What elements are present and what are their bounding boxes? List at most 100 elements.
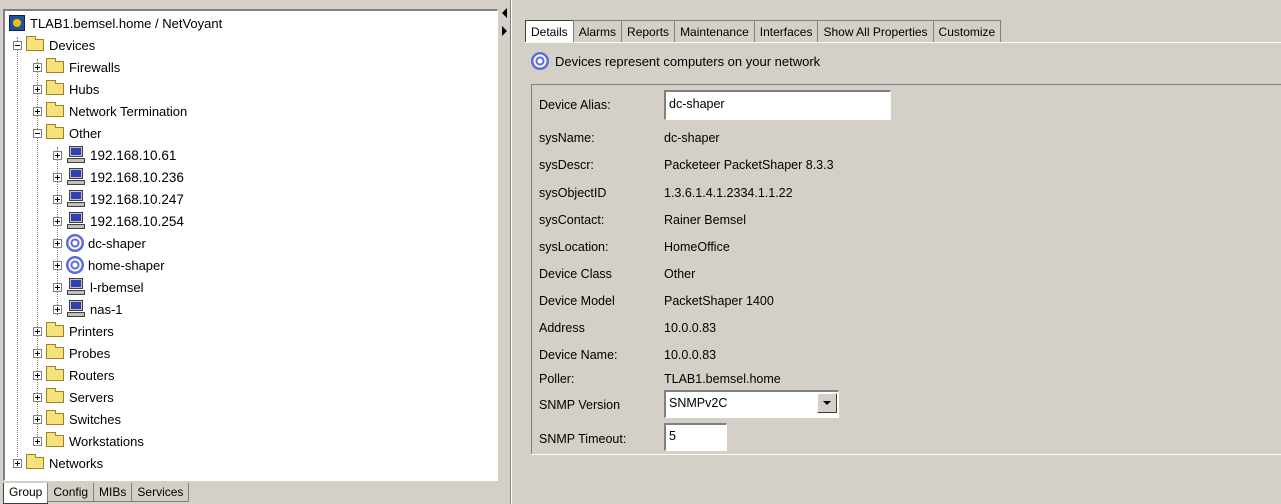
prop-value: Rainer Bemsel (664, 213, 746, 227)
tree-item-device[interactable]: 192.168.10.254 (53, 211, 184, 231)
prop-value: 10.0.0.83 (664, 348, 717, 362)
tree-item-label: Routers (69, 367, 115, 383)
expand-icon[interactable] (53, 238, 62, 248)
folder-open-icon (46, 124, 64, 139)
prop-value: Other (664, 267, 696, 281)
folder-icon (46, 322, 64, 337)
tab-alarms[interactable]: Alarms (572, 20, 623, 42)
prop-label: sysName: (539, 131, 595, 145)
tree-item-servers[interactable]: Servers (33, 387, 114, 407)
expand-icon[interactable] (33, 370, 42, 380)
tree-item-device[interactable]: nas-1 (53, 299, 123, 319)
prop-label: Device Class (539, 267, 612, 281)
tab-divider (525, 42, 1281, 43)
expand-icon[interactable] (53, 304, 62, 314)
folder-icon (46, 344, 64, 359)
collapse-icon[interactable] (33, 128, 42, 138)
device-alias-input[interactable]: dc-shaper (664, 90, 891, 120)
tab-services[interactable]: Services (131, 483, 190, 502)
tab-config[interactable]: Config (47, 483, 95, 502)
tree-item-label: Other (69, 125, 102, 141)
tree-item-device[interactable]: home-shaper (53, 255, 165, 275)
tree-item-switches[interactable]: Switches (33, 409, 121, 429)
computer-icon (66, 190, 86, 208)
pane-splitter[interactable] (500, 0, 512, 504)
collapse-icon[interactable] (13, 40, 22, 50)
computer-icon (66, 278, 86, 296)
folder-icon (26, 454, 44, 469)
tree-item-firewalls[interactable]: Firewalls (33, 57, 120, 77)
tree-item-network-termination[interactable]: Network Termination (33, 101, 187, 121)
expand-icon[interactable] (33, 348, 42, 358)
tree-item-device[interactable]: 192.168.10.236 (53, 167, 184, 187)
snmp-version-select[interactable]: SNMPv2C (664, 390, 839, 418)
tree-item-device[interactable]: l-rbemsel (53, 277, 143, 297)
tree-item-label: 192.168.10.247 (90, 191, 184, 207)
details-panel: Device Alias: dc-shaper sysName: dc-shap… (531, 84, 1281, 454)
tab-interfaces[interactable]: Interfaces (753, 20, 819, 42)
tree-item-label: home-shaper (88, 257, 165, 273)
details-header-text: Devices represent computers on your netw… (555, 53, 821, 69)
tree-item-device[interactable]: dc-shaper (53, 233, 146, 253)
device-tree[interactable]: TLAB1.bemsel.home / NetVoyant Devices Fi… (3, 9, 498, 481)
expand-icon[interactable] (33, 326, 42, 336)
tab-maintenance[interactable]: Maintenance (674, 20, 755, 42)
swirl-icon (531, 52, 549, 70)
chevron-down-icon[interactable] (817, 393, 837, 413)
folder-icon (46, 80, 64, 95)
tree-item-other[interactable]: Other (33, 123, 102, 143)
computer-icon (66, 300, 86, 318)
expand-icon[interactable] (53, 172, 62, 182)
tab-reports[interactable]: Reports (621, 20, 676, 42)
prop-value: TLAB1.bemsel.home (664, 372, 781, 386)
expand-icon[interactable] (53, 216, 62, 226)
tree-connector (17, 37, 18, 457)
tree-item-devices[interactable]: Devices (13, 35, 95, 55)
tree-item-routers[interactable]: Routers (33, 365, 115, 385)
splitter-bar (510, 0, 512, 504)
expand-right-icon[interactable] (502, 26, 507, 36)
prop-label: Address (539, 321, 585, 335)
tree-item-device[interactable]: 192.168.10.247 (53, 189, 184, 209)
expand-icon[interactable] (33, 84, 42, 94)
prop-snmp-timeout: SNMP Timeout: (539, 428, 664, 450)
expand-icon[interactable] (33, 392, 42, 402)
tab-show-all-properties[interactable]: Show All Properties (817, 20, 934, 42)
prop-row: sysDescr: Packeteer PacketShaper 8.3.3 (539, 154, 834, 176)
prop-value: dc-shaper (664, 131, 720, 145)
prop-value: 10.0.0.83 (664, 321, 717, 335)
expand-icon[interactable] (33, 436, 42, 446)
tree-item-label: Switches (69, 411, 122, 427)
expand-icon[interactable] (33, 414, 42, 424)
tree-item-label: Workstations (69, 433, 144, 449)
expand-icon[interactable] (53, 194, 62, 204)
prop-label: SNMP Timeout: (539, 432, 627, 446)
expand-icon[interactable] (13, 458, 22, 468)
tab-details[interactable]: Details (525, 20, 574, 42)
tree-root[interactable]: TLAB1.bemsel.home / NetVoyant (9, 13, 222, 33)
folder-open-icon (26, 36, 44, 51)
snmp-version-value: SNMPv2C (669, 396, 728, 410)
collapse-left-icon[interactable] (502, 8, 507, 18)
tree-item-printers[interactable]: Printers (33, 321, 114, 341)
tab-mibs[interactable]: MIBs (93, 483, 133, 502)
tree-item-hubs[interactable]: Hubs (33, 79, 99, 99)
folder-icon (46, 58, 64, 73)
expand-icon[interactable] (53, 260, 62, 270)
prop-label: Device Alias: (539, 98, 611, 112)
tree-item-label: dc-shaper (88, 235, 146, 251)
prop-row: sysLocation: HomeOffice (539, 236, 730, 258)
tree-item-probes[interactable]: Probes (33, 343, 110, 363)
expand-icon[interactable] (33, 62, 42, 72)
expand-icon[interactable] (53, 150, 62, 160)
snmp-timeout-input[interactable]: 5 (664, 423, 727, 451)
tab-group[interactable]: Group (3, 483, 49, 504)
tab-customize[interactable]: Customize (932, 20, 1002, 42)
left-tab-bar: Group Config MIBs Services (3, 483, 190, 504)
expand-icon[interactable] (33, 106, 42, 116)
tree-item-label: Devices (49, 37, 96, 53)
expand-icon[interactable] (53, 282, 62, 292)
tree-item-workstations[interactable]: Workstations (33, 431, 144, 451)
tree-item-networks[interactable]: Networks (13, 453, 103, 473)
tree-item-device[interactable]: 192.168.10.61 (53, 145, 176, 165)
